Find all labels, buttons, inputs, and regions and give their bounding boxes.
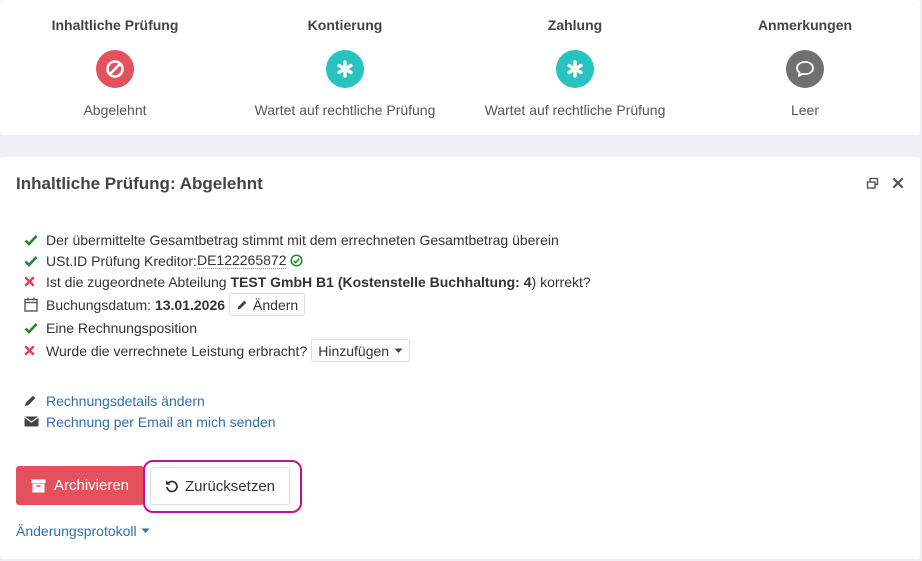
check-text: USt.ID Prüfung Kreditor: — [46, 252, 197, 269]
edit-details-link[interactable]: Rechnungsdetails ändern — [24, 390, 276, 411]
archive-button[interactable]: Archivieren — [16, 466, 144, 505]
check-text: Ist die zugeordnete Abteilung — [46, 273, 231, 290]
step-status: Wartet auf rechtliche Prüfung — [254, 102, 436, 118]
check-department: Ist die zugeordnete Abteilung TEST GmbH … — [24, 271, 591, 292]
verified-circle-icon — [290, 254, 304, 267]
step-title: Inhaltliche Prüfung — [51, 17, 179, 33]
cross-icon — [24, 345, 46, 356]
step-status: Abgelehnt — [83, 102, 147, 118]
changelog-label: Änderungsprotokoll — [16, 523, 137, 539]
cross-icon — [24, 276, 46, 287]
pencil-icon — [24, 394, 46, 407]
step-status: Leer — [790, 102, 820, 118]
add-dropdown-button[interactable]: Hinzufügen — [311, 339, 411, 362]
close-icon[interactable] — [892, 177, 904, 192]
check-list: Der übermittelte Gesamtbetrag stimmt mit… — [24, 229, 591, 363]
workflow-status-panel: Inhaltliche Prüfung Abgelehnt Kontierung… — [0, 0, 920, 135]
archive-label: Archivieren — [53, 477, 130, 494]
asterisk-icon — [326, 50, 364, 88]
send-email-label: Rechnung per Email an mich senden — [46, 413, 276, 430]
step-title: Kontierung — [307, 17, 383, 33]
edit-details-label: Rechnungsdetails ändern — [46, 392, 205, 409]
step-status: Wartet auf rechtliche Prüfung — [484, 102, 666, 118]
check-icon — [24, 322, 46, 334]
check-text: Der übermittelte Gesamtbetrag stimmt mit… — [46, 231, 559, 248]
caret-down-icon — [141, 528, 150, 533]
change-date-button[interactable]: Ändern — [229, 293, 306, 316]
vat-id-value: DE122265872 — [196, 252, 287, 269]
check-text: Eine Rechnungsposition — [46, 319, 197, 336]
check-icon — [24, 255, 46, 267]
ban-icon — [96, 50, 134, 88]
changelog-toggle[interactable]: Änderungsprotokoll — [16, 523, 150, 539]
check-text: Buchungsdatum: — [46, 296, 155, 313]
check-position: Eine Rechnungsposition — [24, 317, 591, 338]
check-total-amount: Der übermittelte Gesamtbetrag stimmt mit… — [24, 229, 591, 250]
panel-title: Inhaltliche Prüfung: Abgelehnt — [16, 174, 263, 193]
check-text: Wurde die verrechnete Leistung erbracht? — [46, 342, 308, 359]
step-title: Zahlung — [547, 17, 603, 33]
archive-icon — [31, 479, 46, 492]
department-name: TEST GmbH B1 — [230, 273, 334, 290]
check-booking-date: Buchungsdatum: 13.01.2026 Ändern — [24, 292, 591, 317]
caret-down-icon — [394, 348, 403, 353]
check-icon — [24, 234, 46, 246]
asterisk-icon — [556, 50, 594, 88]
step-title: Anmerkungen — [757, 17, 853, 33]
comment-icon — [786, 50, 824, 88]
pencil-icon — [237, 300, 247, 309]
action-links: Rechnungsdetails ändern Rechnung per Ema… — [24, 390, 276, 432]
calendar-icon — [24, 297, 46, 312]
booking-date-value: 13.01.2026 — [154, 296, 226, 313]
add-dropdown-label: Hinzufügen — [318, 342, 390, 359]
send-email-link[interactable]: Rechnung per Email an mich senden — [24, 411, 276, 432]
popout-icon[interactable] — [866, 177, 879, 193]
change-date-label: Ändern — [253, 296, 299, 313]
department-paren-close: ) korrekt? — [531, 273, 591, 290]
review-detail-panel: Inhaltliche Prüfung: Abgelehnt Der überm… — [0, 157, 920, 559]
cost-center: Kostenstelle Buchhaltung: 4 — [342, 273, 532, 290]
check-service-rendered: Wurde die verrechnete Leistung erbracht?… — [24, 338, 591, 363]
reset-highlight-outline — [143, 460, 302, 513]
department-paren: ( — [333, 273, 343, 290]
envelope-icon — [24, 416, 46, 427]
check-vat-id: USt.ID Prüfung Kreditor: DE122265872 — [24, 250, 591, 271]
